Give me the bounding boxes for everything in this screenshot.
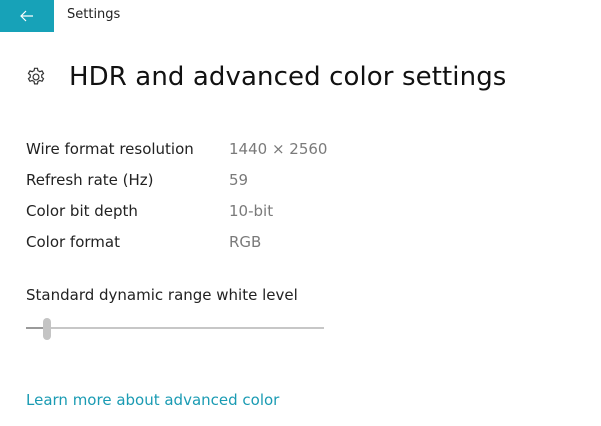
settings-window: Settings HDR and advanced color settings…: [0, 0, 601, 426]
slider-track[interactable]: [26, 327, 324, 329]
property-row-color-bit-depth: Color bit depth 10-bit: [26, 195, 327, 226]
property-value: 1440 × 2560: [229, 139, 328, 158]
property-row-wire-format-resolution: Wire format resolution 1440 × 2560: [26, 133, 327, 164]
app-title: Settings: [67, 7, 121, 22]
property-label: Color bit depth: [26, 201, 138, 220]
sdr-white-level-slider[interactable]: [26, 318, 324, 340]
page-title: HDR and advanced color settings: [69, 62, 507, 92]
property-value: 59: [229, 170, 249, 189]
property-label: Wire format resolution: [26, 139, 194, 158]
property-value: 10-bit: [229, 201, 274, 220]
slider-thumb[interactable]: [43, 318, 51, 340]
arrow-left-icon: [20, 10, 33, 22]
display-properties: Wire format resolution 1440 × 2560 Refre…: [26, 133, 327, 257]
back-button[interactable]: [0, 0, 54, 32]
gear-icon: [27, 67, 45, 85]
page-header: HDR and advanced color settings: [25, 62, 506, 92]
learn-more-link[interactable]: Learn more about advanced color: [26, 391, 279, 409]
property-row-color-format: Color format RGB: [26, 226, 327, 257]
property-row-refresh-rate: Refresh rate (Hz) 59: [26, 164, 327, 195]
title-bar: Settings: [0, 0, 601, 32]
sdr-white-level-label: Standard dynamic range white level: [26, 286, 298, 304]
property-value: RGB: [229, 232, 262, 251]
property-label: Color format: [26, 232, 120, 251]
property-label: Refresh rate (Hz): [26, 170, 154, 189]
